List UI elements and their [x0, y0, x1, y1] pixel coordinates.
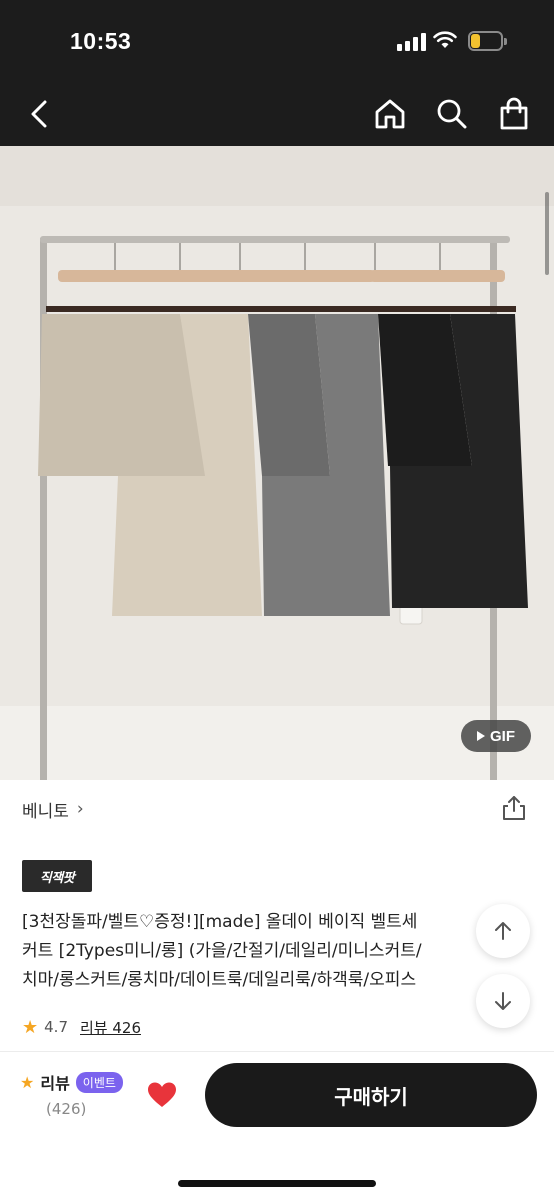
star-icon: ★	[22, 1016, 39, 1038]
status-time: 10:53	[70, 28, 132, 54]
review-summary[interactable]: ★ 리뷰 이벤트 (426)	[20, 1070, 130, 1122]
scroll-up-button[interactable]	[476, 904, 530, 958]
review-count-link[interactable]: 리뷰 426	[80, 1017, 141, 1038]
gif-label: GIF	[490, 727, 515, 745]
star-icon: ★	[20, 1072, 35, 1092]
scroll-indicator	[545, 192, 549, 275]
arrow-down-icon	[495, 992, 511, 1010]
product-title-line: [3천장돌파/벨트♡증정!][made] 올데이 베이직 벨트세	[22, 912, 418, 932]
rating-row: ★ 4.7 리뷰 426	[22, 1014, 141, 1040]
arrow-up-icon	[495, 922, 511, 940]
chevron-right-icon: ›	[76, 799, 84, 819]
search-icon[interactable]	[434, 96, 470, 132]
rating-value: 4.7	[44, 1018, 68, 1036]
home-icon[interactable]	[372, 96, 408, 132]
battery-icon	[468, 31, 507, 51]
back-chevron-icon[interactable]	[22, 96, 58, 132]
share-icon[interactable]	[500, 794, 528, 822]
brand-link[interactable]: 베니토 ›	[22, 796, 84, 822]
play-icon	[477, 731, 485, 741]
signal-icon	[397, 33, 427, 51]
product-title-line: 커트 [2Types미니/롱] (가을/간절기/데일리/미니스커트/	[22, 941, 422, 961]
divider	[0, 1051, 554, 1052]
product-title: [3천장돌파/벨트♡증정!][made] 올데이 베이직 벨트세 커트 [2Ty…	[22, 908, 482, 995]
top-nav-bar	[0, 84, 554, 146]
scroll-down-button[interactable]	[476, 974, 530, 1028]
review-label: 리뷰	[40, 1074, 70, 1093]
brand-name: 베니토	[22, 801, 69, 822]
buy-button[interactable]: 구매하기	[205, 1063, 537, 1127]
product-photo	[0, 146, 554, 780]
shopping-bag-icon[interactable]	[496, 96, 532, 132]
review-count: (426)	[46, 1100, 87, 1118]
promo-tag: 직잭팟	[22, 860, 92, 892]
heart-icon[interactable]	[146, 1079, 178, 1111]
status-bar: 10:53	[0, 0, 554, 84]
event-badge: 이벤트	[75, 1071, 123, 1093]
gif-badge[interactable]: GIF	[461, 720, 531, 752]
home-indicator	[178, 1180, 376, 1187]
product-title-line: 치마/롱스커트/롱치마/데이트룩/데일리룩/하객룩/오피스	[22, 970, 417, 990]
wifi-icon	[433, 31, 457, 48]
product-image[interactable]	[0, 146, 554, 780]
